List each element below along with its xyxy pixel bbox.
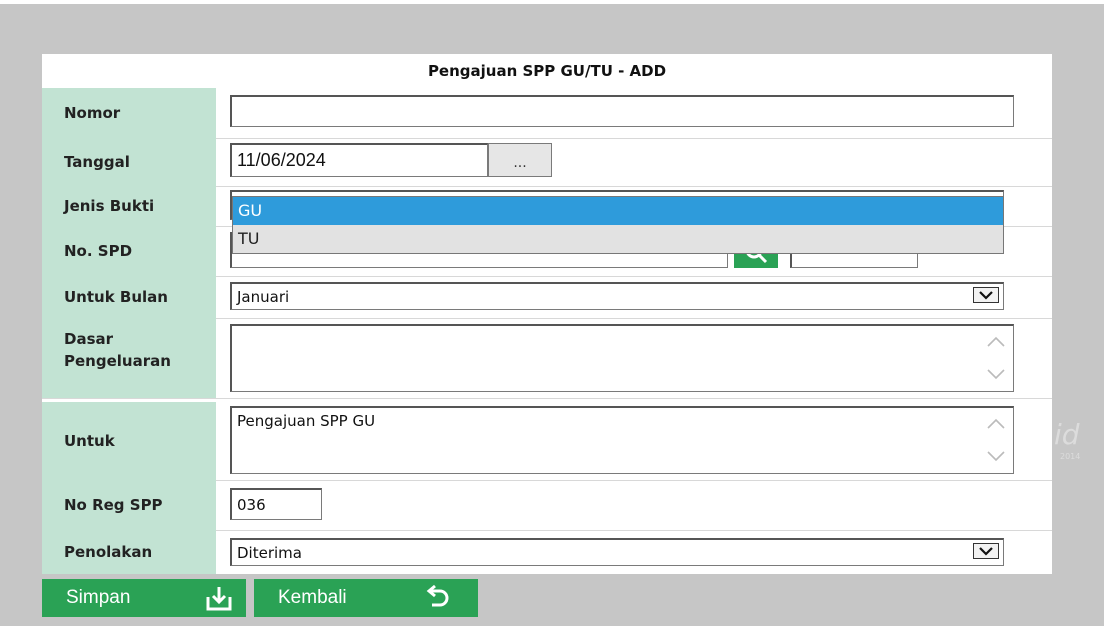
label-untuk-bulan: Untuk Bulan bbox=[42, 276, 216, 318]
row-penolakan: Penolakan Diterima bbox=[42, 530, 1052, 574]
row-no-reg-spp: No Reg SPP 036 bbox=[42, 480, 1052, 531]
penolakan-select[interactable]: Diterima bbox=[230, 538, 1004, 566]
undo-arrow-icon bbox=[426, 584, 449, 607]
label-penolakan: Penolakan bbox=[42, 530, 216, 574]
label-dasar-pengeluaran: Dasar Pengeluaran bbox=[42, 318, 216, 398]
chevron-up-icon[interactable] bbox=[985, 334, 1007, 350]
label-no-spd: No. SPD bbox=[42, 226, 216, 276]
row-dasar-pengeluaran: Dasar Pengeluaran bbox=[42, 318, 1052, 399]
row-untuk: Untuk Pengajuan SPP GU bbox=[42, 398, 1052, 481]
label-nomor: Nomor bbox=[42, 88, 216, 138]
kembali-label: Kembali bbox=[278, 587, 347, 608]
chevron-down-icon[interactable] bbox=[973, 287, 999, 303]
simpan-label: Simpan bbox=[66, 587, 131, 608]
dasar-pengeluaran-textarea[interactable] bbox=[230, 324, 1014, 392]
row-untuk-bulan: Untuk Bulan Januari bbox=[42, 276, 1052, 319]
label-no-reg-spp: No Reg SPP bbox=[42, 480, 216, 530]
save-download-icon bbox=[206, 587, 232, 611]
no-reg-spp-input[interactable]: 036 bbox=[230, 488, 322, 520]
jenis-bukti-dropdown: GU TU bbox=[232, 196, 1004, 254]
label-jenis-bukti: Jenis Bukti bbox=[42, 186, 216, 226]
label-dasar-line2: Pengeluaran bbox=[64, 352, 171, 370]
untuk-bulan-select[interactable]: Januari bbox=[230, 282, 1004, 310]
label-tanggal: Tanggal bbox=[42, 138, 216, 186]
form-panel: Pengajuan SPP GU/TU - ADD Nomor Tanggal … bbox=[42, 54, 1052, 574]
top-strip bbox=[0, 0, 1104, 4]
option-gu[interactable]: GU bbox=[233, 197, 1003, 225]
untuk-value: Pengajuan SPP GU bbox=[237, 412, 376, 430]
row-tanggal: Tanggal 11/06/2024 ... bbox=[42, 138, 1052, 187]
form-title: Pengajuan SPP GU/TU - ADD bbox=[42, 54, 1052, 88]
label-dasar-line1: Dasar bbox=[64, 330, 114, 348]
date-picker-button[interactable]: ... bbox=[488, 143, 552, 177]
untuk-bulan-value: Januari bbox=[237, 287, 290, 306]
chevron-down-icon[interactable] bbox=[973, 543, 999, 559]
simpan-button[interactable]: Simpan bbox=[42, 579, 246, 617]
tanggal-input[interactable]: 11/06/2024 bbox=[230, 143, 488, 177]
untuk-textarea[interactable]: Pengajuan SPP GU bbox=[230, 406, 1014, 474]
watermark-year: 2014 bbox=[1060, 452, 1081, 461]
chevron-up-icon[interactable] bbox=[985, 416, 1007, 432]
chevron-down-icon[interactable] bbox=[985, 366, 1007, 382]
penolakan-value: Diterima bbox=[237, 543, 302, 562]
chevron-down-icon[interactable] bbox=[985, 448, 1007, 464]
nomor-input[interactable] bbox=[230, 95, 1014, 127]
label-untuk: Untuk bbox=[42, 402, 216, 480]
option-tu[interactable]: TU bbox=[233, 225, 1003, 253]
watermark-logo: id bbox=[1054, 418, 1080, 451]
row-nomor: Nomor bbox=[42, 88, 1052, 139]
kembali-button[interactable]: Kembali bbox=[254, 579, 478, 617]
